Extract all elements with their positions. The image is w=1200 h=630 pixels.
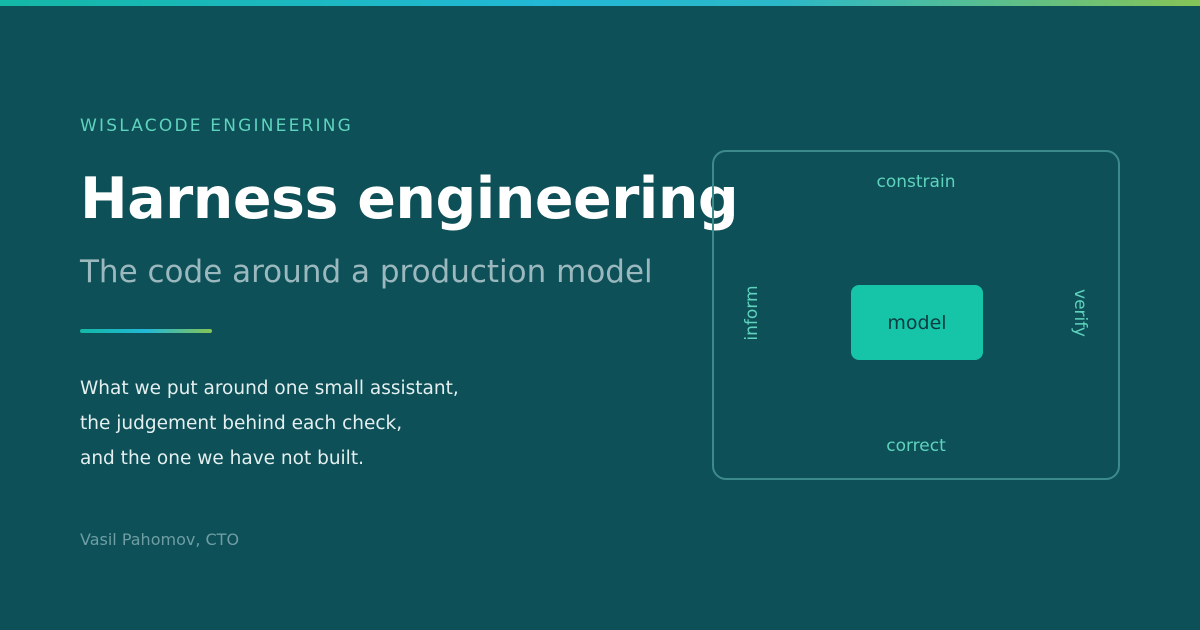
description-line: the judgement behind each check,	[80, 413, 403, 434]
brand-eyebrow: WISLACODE ENGINEERING	[80, 116, 354, 136]
diagram-label-inform: inform	[742, 285, 762, 341]
accent-divider	[80, 329, 212, 333]
model-box: model	[851, 285, 983, 360]
diagram-label-verify: verify	[1070, 289, 1090, 337]
description-line: What we put around one small assistant,	[80, 378, 459, 399]
diagram-label-correct: correct	[886, 436, 946, 456]
description-line: and the one we have not built.	[80, 448, 364, 469]
top-gradient-bar	[0, 0, 1200, 6]
description: What we put around one small assistant, …	[80, 371, 640, 476]
harness-diagram: constrain inform verify correct model	[712, 150, 1120, 480]
author-byline: Vasil Pahomov, CTO	[80, 530, 240, 549]
page-title: Harness engineering	[80, 166, 739, 232]
page-subtitle: The code around a production model	[80, 254, 653, 290]
model-label: model	[887, 311, 947, 334]
diagram-label-constrain: constrain	[876, 172, 956, 192]
